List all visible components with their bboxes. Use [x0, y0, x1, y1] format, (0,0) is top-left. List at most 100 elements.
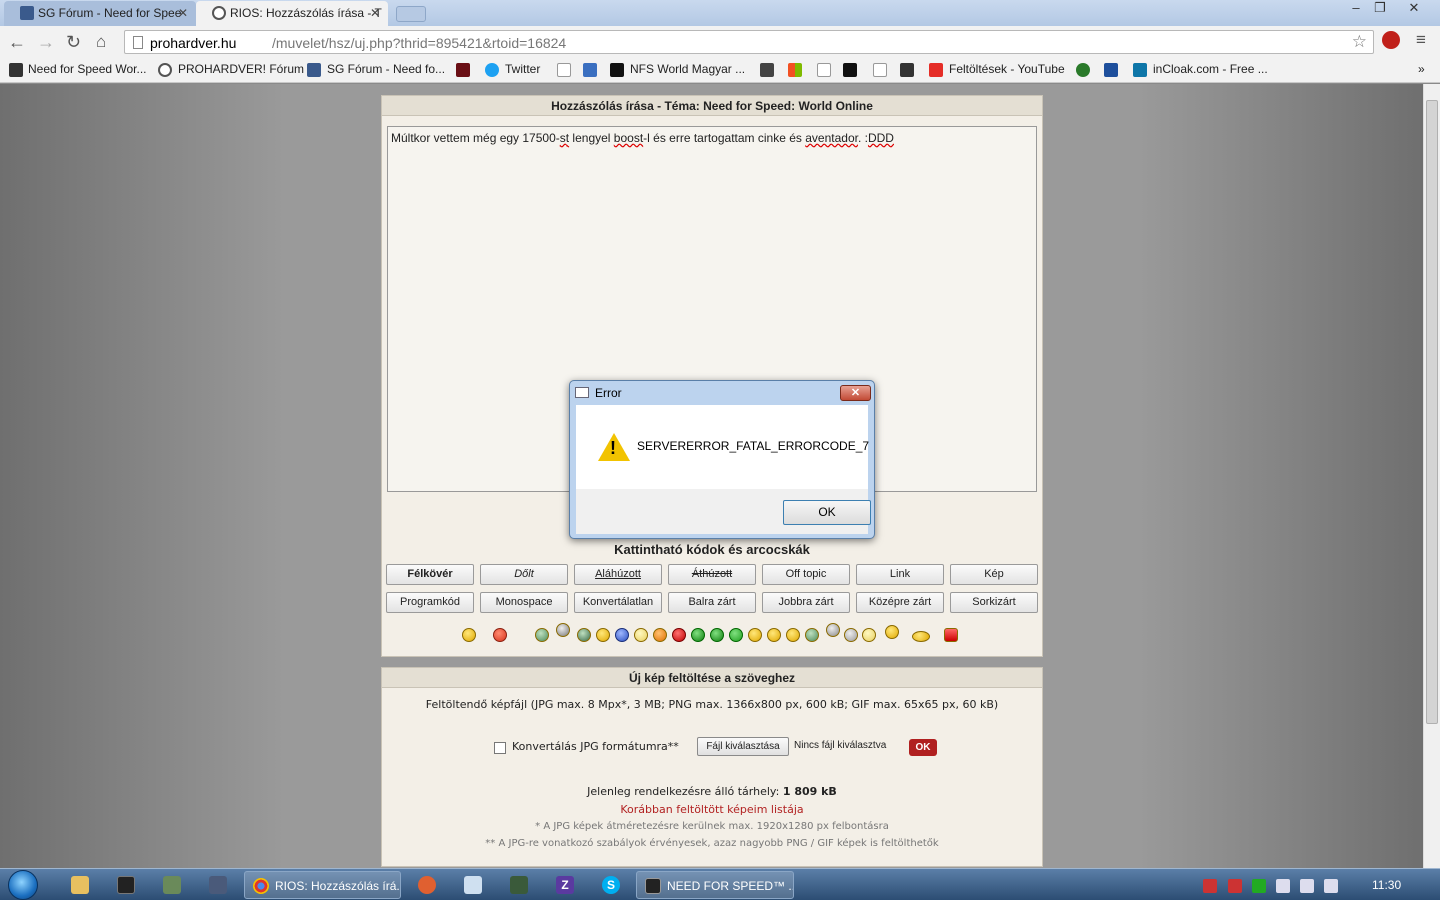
thumbs-smiley-icon[interactable] — [826, 623, 840, 637]
tab-label: RIOS: Hozzászólás írása - T — [230, 6, 382, 20]
upload-ok-button[interactable]: OK — [909, 739, 937, 756]
prohardver-icon — [158, 63, 172, 77]
window-close-icon[interactable]: ✕ — [1400, 0, 1428, 18]
game-icon[interactable] — [163, 876, 181, 894]
bold-button[interactable]: Félkövér — [386, 564, 474, 585]
adblock-icon[interactable] — [1382, 31, 1400, 49]
bookmark-sg-forum[interactable]: SG Fórum - Need fo... — [327, 62, 445, 76]
tray-app-icon[interactable] — [1203, 879, 1217, 893]
smiley-icon[interactable] — [596, 628, 610, 642]
align-right-button[interactable]: Jobbra zárt — [762, 592, 850, 613]
monitor-app-icon[interactable] — [510, 876, 528, 894]
network-app-icon[interactable] — [209, 876, 227, 894]
orange-smiley-icon[interactable] — [653, 628, 667, 642]
translate-icon[interactable] — [583, 63, 597, 77]
wink-smiley-icon[interactable] — [862, 628, 876, 642]
uploaded-images-link[interactable]: Korábban feltöltött képeim listája — [382, 803, 1042, 816]
italic-button[interactable]: Dőlt — [480, 564, 568, 585]
windows-icon[interactable] — [788, 63, 802, 77]
underline-button[interactable]: Aláhúzott — [574, 564, 662, 585]
smiley-icon[interactable] — [786, 628, 800, 642]
bookmark-nfs-world[interactable]: Need for Speed Wor... — [28, 62, 147, 76]
page-icon[interactable] — [817, 63, 831, 77]
green-smiley-icon[interactable] — [729, 628, 743, 642]
volume-icon[interactable] — [1300, 879, 1314, 893]
green-smiley-icon[interactable] — [691, 628, 705, 642]
network-icon[interactable] — [1324, 879, 1338, 893]
align-left-button[interactable]: Balra zárt — [668, 592, 756, 613]
taskbar-nfs[interactable]: NEED FOR SPEED™ ... — [636, 871, 794, 899]
back-icon[interactable]: ← — [8, 32, 26, 53]
skype-icon[interactable]: S — [602, 876, 620, 894]
reload-icon[interactable]: ↻ — [66, 32, 81, 53]
smiley-icon[interactable] — [767, 628, 781, 642]
tray-check-icon[interactable] — [1252, 879, 1266, 893]
smiley-icon[interactable] — [462, 628, 476, 642]
z-app-icon[interactable]: Z — [556, 876, 574, 894]
restore-icon[interactable]: ❐ — [1370, 0, 1390, 18]
align-center-button[interactable]: Középre zárt — [856, 592, 944, 613]
angry-smiley-icon[interactable] — [493, 628, 507, 642]
green-smiley-icon[interactable] — [805, 628, 819, 642]
code-button[interactable]: Programkód — [386, 592, 474, 613]
bookmark-youtube[interactable]: Feltöltések - YouTube — [949, 62, 1065, 76]
more-bookmarks-icon[interactable]: » — [1418, 62, 1425, 76]
tall-smiley-icon[interactable] — [556, 623, 570, 637]
taskbar-chrome[interactable]: RIOS: Hozzászólás írá... — [244, 871, 401, 899]
bl-icon[interactable] — [843, 63, 857, 77]
offtopic-button[interactable]: Off topic — [762, 564, 850, 585]
sign-smiley-icon[interactable] — [944, 628, 958, 642]
unconverted-button[interactable]: Konvertálatlan — [574, 592, 662, 613]
tab-sg-forum[interactable]: SG Fórum - Need for Spee ✕ — [4, 1, 196, 26]
red-smiley-icon[interactable] — [672, 628, 686, 642]
nfs-icon[interactable] — [760, 63, 774, 77]
new-tab-button[interactable] — [396, 6, 426, 22]
bookmark-prohardver[interactable]: PROHARDVER! Fórum — [178, 62, 304, 76]
close-tab-icon[interactable]: ✕ — [370, 6, 380, 20]
bookmark-incloak[interactable]: inCloak.com - Free ... — [1153, 62, 1268, 76]
strikethrough-button[interactable]: Áthúzott — [668, 564, 756, 585]
justify-button[interactable]: Sorkizárt — [950, 592, 1038, 613]
page-icon[interactable] — [873, 63, 887, 77]
green-smiley-icon[interactable] — [577, 628, 591, 642]
image-button[interactable]: Kép — [950, 564, 1038, 585]
forward-icon[interactable]: → — [37, 32, 55, 53]
green-smiley-icon[interactable] — [710, 628, 724, 642]
link-button[interactable]: Link — [856, 564, 944, 585]
bookmark-twitter[interactable]: Twitter — [505, 62, 540, 76]
menu-icon[interactable]: ≡ — [1416, 30, 1426, 50]
address-bar[interactable]: prohardver.hu /muvelet/hsz/uj.php?thrid=… — [124, 30, 1374, 54]
document-app-icon[interactable] — [464, 876, 482, 894]
nfs-app-icon[interactable] — [117, 876, 135, 894]
tray-app-icon[interactable] — [1228, 879, 1242, 893]
n-icon[interactable] — [456, 63, 470, 77]
choose-file-button[interactable]: Fájl kiválasztása — [697, 737, 789, 756]
home-icon[interactable]: ⌂ — [96, 32, 106, 52]
sad-smiley-icon[interactable] — [634, 628, 648, 642]
flat-smiley-icon[interactable] — [912, 631, 930, 642]
page-icon[interactable] — [557, 63, 571, 77]
film-icon[interactable] — [900, 63, 914, 77]
map-pin-icon[interactable] — [418, 876, 436, 894]
tray-app-icon[interactable] — [1276, 879, 1290, 893]
tab-rios[interactable]: RIOS: Hozzászólás írása - T ✕ — [196, 1, 388, 26]
smiley-icon[interactable] — [748, 628, 762, 642]
blue-smiley-icon[interactable] — [615, 628, 629, 642]
explorer-icon[interactable] — [71, 876, 89, 894]
scroll-thumb[interactable] — [1426, 100, 1438, 724]
bookmark-star-icon[interactable]: ☆ — [1352, 32, 1367, 52]
scrollbar[interactable] — [1423, 84, 1440, 868]
monospace-button[interactable]: Monospace — [480, 592, 568, 613]
refresh-green-icon[interactable] — [1076, 63, 1090, 77]
smiley-icon[interactable] — [885, 625, 899, 639]
convert-jpg-checkbox[interactable] — [494, 742, 506, 754]
bookmark-nfs-world-hu[interactable]: NFS World Magyar ... — [630, 62, 745, 76]
paypal-icon[interactable] — [1104, 63, 1118, 77]
minimize-icon[interactable]: – — [1346, 0, 1366, 18]
grin-smiley-icon[interactable] — [535, 628, 549, 642]
dialog-ok-button[interactable]: OK — [783, 500, 871, 525]
dialog-close-button[interactable]: ✕ — [840, 385, 871, 401]
close-tab-icon[interactable]: ✕ — [178, 6, 188, 20]
start-button[interactable] — [8, 870, 38, 900]
hand-smiley-icon[interactable] — [844, 628, 858, 642]
